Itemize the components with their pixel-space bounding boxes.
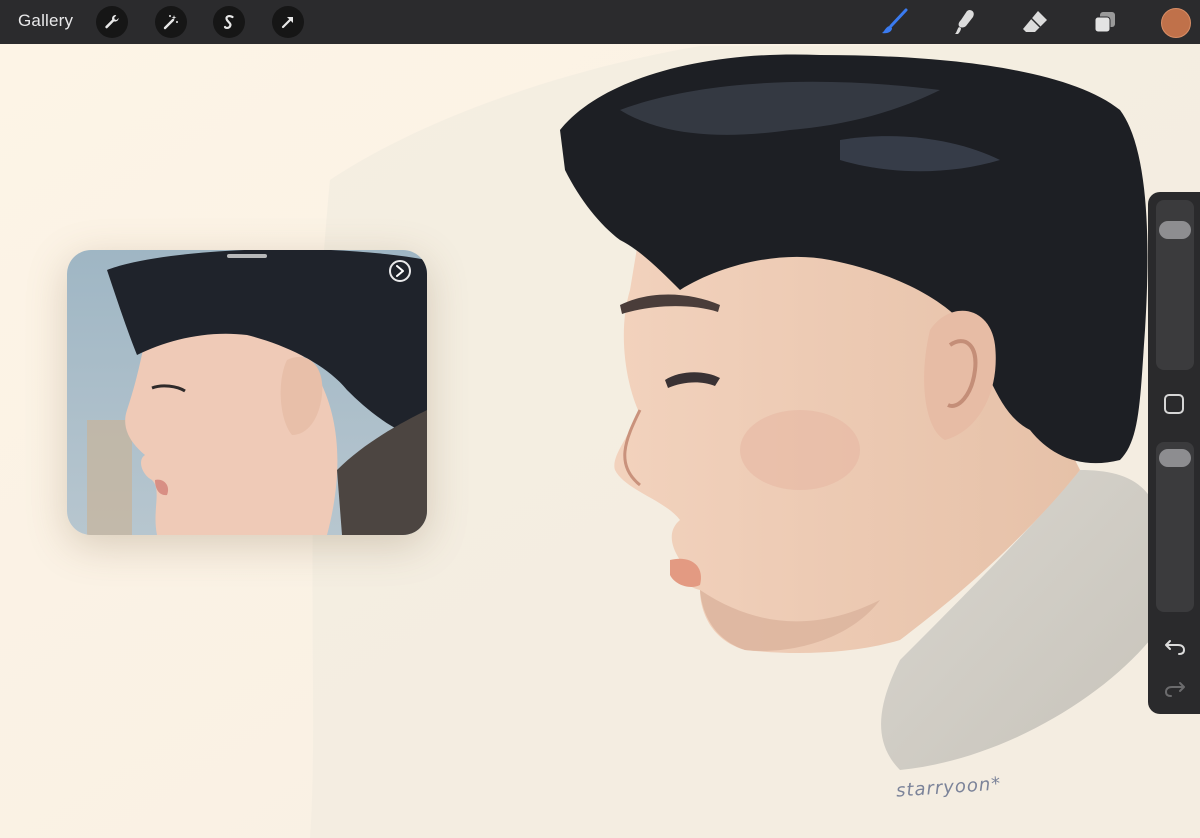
transform-icon — [281, 17, 293, 29]
transform-button[interactable] — [272, 6, 304, 38]
modify-square-icon[interactable] — [1164, 394, 1184, 414]
redo-button[interactable] — [1163, 676, 1187, 700]
reference-play-button[interactable] — [389, 260, 411, 282]
actions-button[interactable] — [96, 6, 128, 38]
brush-tool-button[interactable] — [879, 6, 911, 38]
layers-icon — [1094, 12, 1115, 33]
adjustments-button[interactable] — [155, 6, 187, 38]
play-circle-icon — [396, 265, 404, 277]
undo-icon — [1165, 640, 1186, 655]
reference-drag-handle[interactable] — [227, 254, 267, 258]
smudge-icon — [955, 10, 974, 34]
redo-icon — [1164, 682, 1185, 697]
smudge-tool-button[interactable] — [949, 6, 981, 38]
selection-button[interactable] — [213, 6, 245, 38]
magic-wand-icon — [163, 15, 178, 30]
selection-icon — [223, 15, 234, 30]
gallery-button[interactable]: Gallery — [18, 11, 73, 31]
reference-window[interactable] — [67, 250, 427, 535]
color-picker-button[interactable] — [1161, 8, 1191, 38]
layers-button[interactable] — [1089, 6, 1121, 38]
eraser-icon — [1023, 11, 1047, 32]
undo-button[interactable] — [1163, 634, 1187, 658]
eraser-tool-button[interactable] — [1019, 6, 1051, 38]
wrench-icon — [105, 15, 119, 29]
reference-photo — [67, 250, 427, 535]
brush-size-thumb[interactable] — [1159, 221, 1191, 239]
opacity-thumb[interactable] — [1159, 449, 1191, 467]
brush-icon — [882, 8, 908, 34]
opacity-slider[interactable] — [1156, 442, 1194, 612]
top-toolbar: Gallery — [0, 0, 1200, 44]
